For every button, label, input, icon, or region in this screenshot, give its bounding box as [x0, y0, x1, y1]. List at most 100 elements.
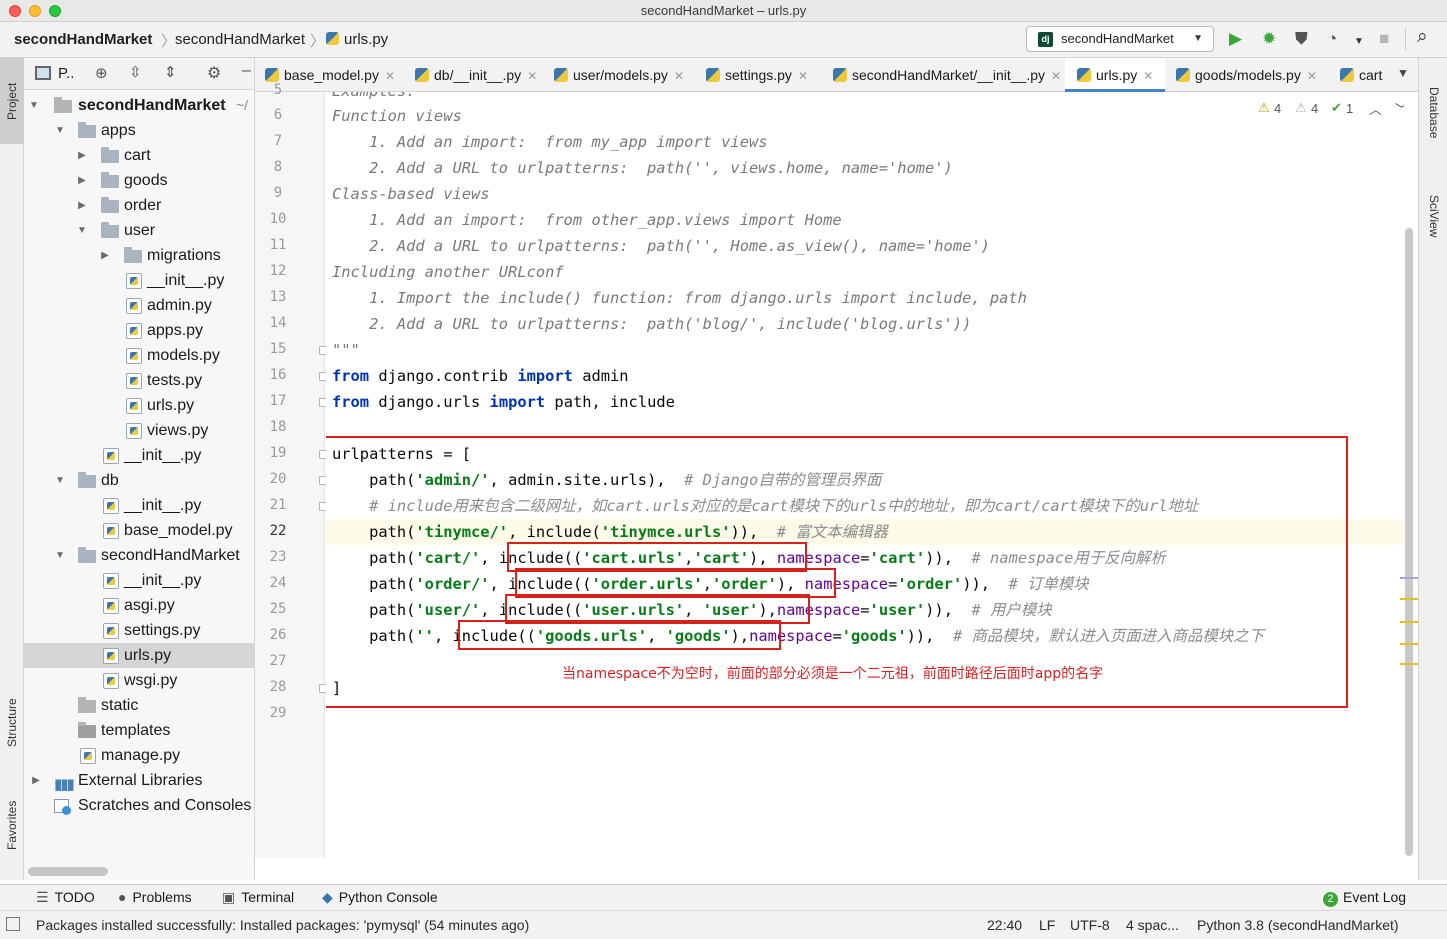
- tree-item-file-selected[interactable]: urls.py: [24, 643, 254, 668]
- tree-item-cart[interactable]: ▶ cart: [24, 143, 254, 168]
- editor-tab[interactable]: secondHandMarket/__init__.py ✕: [833, 58, 1061, 92]
- chevron-down-icon[interactable]: ▼: [28, 93, 40, 118]
- tree-item-order[interactable]: ▶ order: [24, 193, 254, 218]
- tree-item-user[interactable]: ▼ user: [24, 218, 254, 243]
- event-log-tool-button[interactable]: 2 Event Log: [1323, 889, 1406, 907]
- hide-panel-icon[interactable]: –: [242, 62, 251, 80]
- structure-tool-tab[interactable]: Structure: [0, 678, 24, 768]
- chevron-right-icon[interactable]: ▶: [76, 193, 88, 218]
- sciview-tool-tab[interactable]: SciView: [1419, 176, 1447, 256]
- tree-item-root[interactable]: ▼ secondHandMarket ~/: [24, 93, 254, 118]
- close-icon[interactable]: ✕: [1143, 69, 1153, 83]
- warning-stripe-mark[interactable]: [1400, 621, 1418, 623]
- tree-item-static[interactable]: static: [24, 693, 254, 718]
- close-window-button[interactable]: [9, 5, 21, 17]
- close-icon[interactable]: ✕: [385, 69, 395, 83]
- favorites-tool-tab[interactable]: Favorites: [0, 778, 24, 873]
- debug-icon[interactable]: ✹: [1262, 30, 1276, 48]
- caret-position[interactable]: 22:40: [987, 917, 1022, 933]
- breadcrumb-package[interactable]: secondHandMarket: [175, 31, 305, 48]
- chevron-down-icon[interactable]: ▼: [54, 468, 66, 493]
- warning-icon[interactable]: ⚠: [1258, 100, 1270, 116]
- breadcrumb-file[interactable]: urls.py: [326, 31, 388, 48]
- tree-item-file[interactable]: __init__.py: [24, 443, 254, 468]
- breadcrumb-project[interactable]: secondHandMarket: [14, 31, 152, 48]
- close-icon[interactable]: ✕: [798, 69, 808, 83]
- tree-item-templates[interactable]: templates: [24, 718, 254, 743]
- tab-list-chevron-icon[interactable]: ▼: [1397, 66, 1409, 80]
- chevron-down-icon[interactable]: ▼: [54, 118, 66, 143]
- chevron-up-icon[interactable]: ︿: [1369, 99, 1382, 118]
- zoom-window-button[interactable]: [49, 5, 61, 17]
- minimize-window-button[interactable]: [29, 5, 41, 17]
- indent-setting[interactable]: 4 spac...: [1126, 917, 1179, 933]
- collapse-all-icon[interactable]: ⇕: [164, 63, 177, 81]
- caret-stripe-mark[interactable]: [1400, 577, 1418, 579]
- chevron-down-icon[interactable]: ▼: [54, 543, 66, 568]
- coverage-icon[interactable]: ⛊: [1295, 30, 1308, 48]
- stop-icon[interactable]: ■: [1379, 30, 1389, 48]
- warning-stripe-mark[interactable]: [1400, 663, 1418, 665]
- tool-windows-toggle-icon[interactable]: [6, 917, 20, 931]
- run-icon[interactable]: ▶: [1229, 30, 1242, 48]
- close-icon[interactable]: ✕: [1307, 69, 1317, 83]
- tree-item-secondhandmarket[interactable]: ▼ secondHandMarket: [24, 543, 254, 568]
- editor-tab[interactable]: db/__init__.py ✕: [415, 58, 537, 92]
- chevron-right-icon[interactable]: ▶: [76, 143, 88, 168]
- tree-item-migrations[interactable]: ▶ migrations: [24, 243, 254, 268]
- editor-vertical-scrollbar[interactable]: [1405, 228, 1413, 856]
- chevron-right-icon[interactable]: ▶: [76, 168, 88, 193]
- project-horizontal-scrollbar[interactable]: [28, 867, 108, 876]
- tree-item-file[interactable]: base_model.py: [24, 518, 254, 543]
- tree-item-db[interactable]: ▼ db: [24, 468, 254, 493]
- tree-item-file[interactable]: models.py: [24, 343, 254, 368]
- search-icon[interactable]: ⌕: [1417, 27, 1428, 46]
- tree-item-file[interactable]: wsgi.py: [24, 668, 254, 693]
- problems-tool-button[interactable]: ● Problems: [118, 889, 192, 905]
- warning-stripe-mark[interactable]: [1400, 643, 1418, 645]
- tree-item-external-libraries[interactable]: ▶ ▮▮▮ External Libraries: [24, 768, 254, 793]
- check-icon[interactable]: ✔: [1331, 100, 1342, 116]
- tree-item-file[interactable]: tests.py: [24, 368, 254, 393]
- close-icon[interactable]: ✕: [674, 69, 684, 83]
- code-editor[interactable]: Examples: Function views 1. Add an impor…: [326, 92, 1404, 858]
- chevron-right-icon[interactable]: ▶: [99, 243, 111, 268]
- tree-item-file[interactable]: __init__.py: [24, 568, 254, 593]
- tree-item-file[interactable]: urls.py: [24, 393, 254, 418]
- terminal-tool-button[interactable]: ▣ Terminal: [222, 889, 294, 906]
- python-console-tool-button[interactable]: ◆ Python Console: [322, 889, 438, 906]
- database-tool-tab[interactable]: Database: [1419, 68, 1447, 158]
- chevron-right-icon[interactable]: ▶: [30, 768, 42, 793]
- tree-item-file[interactable]: apps.py: [24, 318, 254, 343]
- profile-icon[interactable]: ◔: [1327, 30, 1337, 48]
- close-icon[interactable]: ✕: [1051, 69, 1061, 83]
- editor-tab[interactable]: settings.py ✕: [706, 58, 808, 92]
- tree-item-file[interactable]: settings.py: [24, 618, 254, 643]
- chevron-down-icon[interactable]: ▼: [1354, 33, 1364, 51]
- editor-tab[interactable]: goods/models.py ✕: [1176, 58, 1317, 92]
- gear-icon[interactable]: ⚙: [207, 63, 221, 83]
- python-interpreter[interactable]: Python 3.8 (secondHandMarket): [1197, 917, 1399, 933]
- tree-item-apps[interactable]: ▼ apps: [24, 118, 254, 143]
- file-encoding[interactable]: UTF-8: [1070, 917, 1110, 933]
- tree-item-file[interactable]: admin.py: [24, 293, 254, 318]
- tree-item-file[interactable]: __init__.py: [24, 493, 254, 518]
- chevron-down-icon[interactable]: ﹀: [1395, 99, 1404, 118]
- expand-all-icon[interactable]: ⇳: [129, 63, 142, 81]
- editor-tab-active[interactable]: urls.py ✕: [1065, 58, 1166, 92]
- tree-item-file[interactable]: __init__.py: [24, 268, 254, 293]
- warning-stripe-mark[interactable]: [1400, 598, 1418, 600]
- weak-warning-icon[interactable]: ⚠: [1295, 100, 1307, 116]
- project-tool-tab[interactable]: Project: [0, 58, 24, 144]
- tree-item-goods[interactable]: ▶ goods: [24, 168, 254, 193]
- todo-tool-button[interactable]: ☰ TODO: [36, 889, 95, 906]
- tree-item-scratches[interactable]: Scratches and Consoles: [24, 793, 254, 818]
- run-configuration-select[interactable]: dj secondHandMarket ▼: [1026, 26, 1214, 52]
- locate-file-icon[interactable]: ⊕: [95, 64, 108, 82]
- status-message[interactable]: Packages installed successfully: Install…: [36, 917, 529, 933]
- editor-tab[interactable]: cart: [1340, 58, 1382, 92]
- tree-item-file[interactable]: manage.py: [24, 743, 254, 768]
- chevron-down-icon[interactable]: ▼: [76, 218, 88, 243]
- close-icon[interactable]: ✕: [527, 69, 537, 83]
- tree-item-file[interactable]: asgi.py: [24, 593, 254, 618]
